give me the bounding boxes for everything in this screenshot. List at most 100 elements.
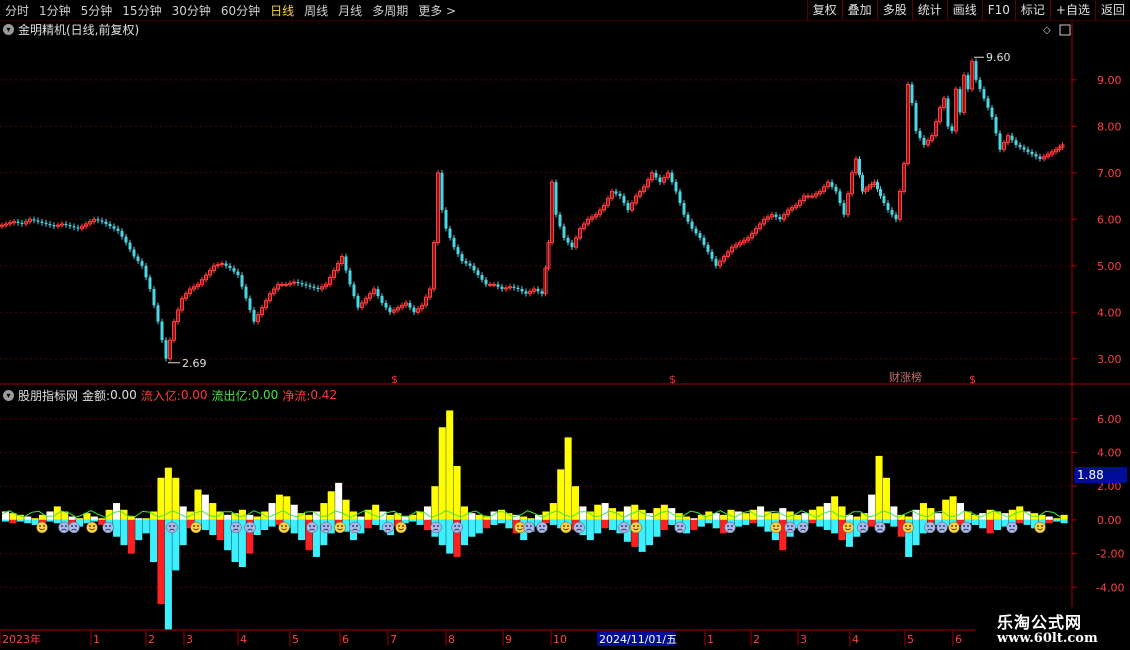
inflow-bar xyxy=(919,503,927,520)
face-eye xyxy=(517,525,519,527)
candle-body xyxy=(252,309,256,322)
y-tick-label: 6.00 xyxy=(1097,213,1122,226)
sad-face-icon xyxy=(451,521,463,534)
inflow-bar xyxy=(135,518,143,520)
inflow-bar xyxy=(76,518,84,520)
face-eye xyxy=(173,525,175,527)
outflow-bar xyxy=(505,519,513,529)
sad-face-icon xyxy=(230,521,242,534)
inflow-bar xyxy=(623,506,631,520)
candle-body xyxy=(654,172,658,178)
outflow-bar xyxy=(46,519,54,522)
candle-body xyxy=(1026,149,1030,152)
face-eye xyxy=(939,525,941,527)
outflow-bar xyxy=(90,519,98,522)
outflow-bar xyxy=(757,519,765,527)
candle-body xyxy=(40,221,44,223)
outflow-bar xyxy=(690,519,698,530)
outflow-bar xyxy=(150,519,158,562)
candle-body xyxy=(702,237,706,245)
outflow-bar xyxy=(549,519,557,525)
inflow-bar xyxy=(127,516,135,520)
face-eye xyxy=(881,525,883,527)
outflow-bar xyxy=(157,519,165,605)
candle-body xyxy=(300,283,304,285)
inflow-bar xyxy=(942,499,950,520)
sad-face-icon xyxy=(797,521,809,534)
candle-body xyxy=(1030,151,1034,155)
outflow-bar xyxy=(971,519,979,525)
outflow-bar xyxy=(475,519,483,534)
watermark-url: www.60lt.com xyxy=(997,631,1098,646)
inflow-bar xyxy=(90,516,98,520)
time-axis: 2023年 1 2 3 4 5 6 7 8 9 10 2024/11/01/五 1 2 3 4 5 6 xyxy=(0,631,962,646)
candle-body xyxy=(986,98,990,108)
happy-face-icon xyxy=(560,521,572,534)
y-tick-label: 4.00 xyxy=(1097,306,1122,319)
candle-body xyxy=(228,265,232,269)
outflow-bar xyxy=(409,519,417,522)
inflow-bar xyxy=(882,477,890,520)
candle-body xyxy=(622,196,626,204)
face-eye xyxy=(437,525,439,527)
indicator-bars xyxy=(1,410,1068,630)
inflow-bar xyxy=(971,514,979,520)
candle-body xyxy=(96,219,100,221)
candle-body xyxy=(140,261,144,266)
outflow-bar xyxy=(816,519,824,527)
candle-body xyxy=(879,189,882,197)
inflow-bar xyxy=(142,518,150,520)
face-eye xyxy=(1013,525,1015,527)
sad-face-icon xyxy=(58,521,70,534)
outflow-bar xyxy=(734,519,742,527)
time-tick-label: 6 xyxy=(955,633,962,646)
candle-body xyxy=(72,226,76,228)
inflow-bar xyxy=(386,514,394,520)
candle-body xyxy=(946,98,950,127)
inflow-bar xyxy=(609,508,617,520)
face-eye xyxy=(43,525,45,527)
inflow-bar xyxy=(157,477,165,520)
outflow-bar xyxy=(113,519,121,537)
inflow-bar xyxy=(438,427,446,520)
happy-face-icon xyxy=(948,521,960,534)
outflow-bar xyxy=(705,519,713,524)
outflow-bar xyxy=(179,519,187,546)
candle-body xyxy=(244,286,248,299)
face-eye xyxy=(731,525,733,527)
face-eye xyxy=(864,525,866,527)
outflow-bar xyxy=(164,519,172,630)
candle-body xyxy=(456,247,460,255)
candle-body xyxy=(356,296,360,308)
outflow-bar xyxy=(372,519,380,525)
sad-face-icon xyxy=(102,521,114,534)
candle-body xyxy=(922,137,926,145)
happy-face-icon xyxy=(395,521,407,534)
candle-body xyxy=(918,130,922,138)
face-eye xyxy=(877,525,879,527)
candle-body xyxy=(232,268,236,272)
candle-body xyxy=(384,302,388,308)
face-eye xyxy=(621,525,623,527)
face-eye xyxy=(951,525,953,527)
candle-body xyxy=(834,186,838,192)
outflow-bar xyxy=(712,519,720,529)
sad-face-icon xyxy=(857,521,869,534)
outflow-bar xyxy=(653,519,661,537)
face-eye xyxy=(402,525,404,527)
outflow-bar xyxy=(601,519,609,529)
face-eye xyxy=(943,525,945,527)
inflow-bar xyxy=(653,508,661,520)
face-eye xyxy=(905,525,907,527)
time-tick-label: 1 xyxy=(707,633,714,646)
sad-face-icon xyxy=(960,521,972,534)
face-eye xyxy=(105,525,107,527)
candle-body xyxy=(566,237,570,243)
candle-body xyxy=(120,230,124,237)
outflow-bar xyxy=(979,519,987,529)
candle-body xyxy=(774,214,778,217)
inflow-bar xyxy=(683,516,691,520)
price-grid xyxy=(0,79,1072,360)
outflow-bar xyxy=(24,519,32,524)
outflow-bar xyxy=(1045,519,1053,524)
